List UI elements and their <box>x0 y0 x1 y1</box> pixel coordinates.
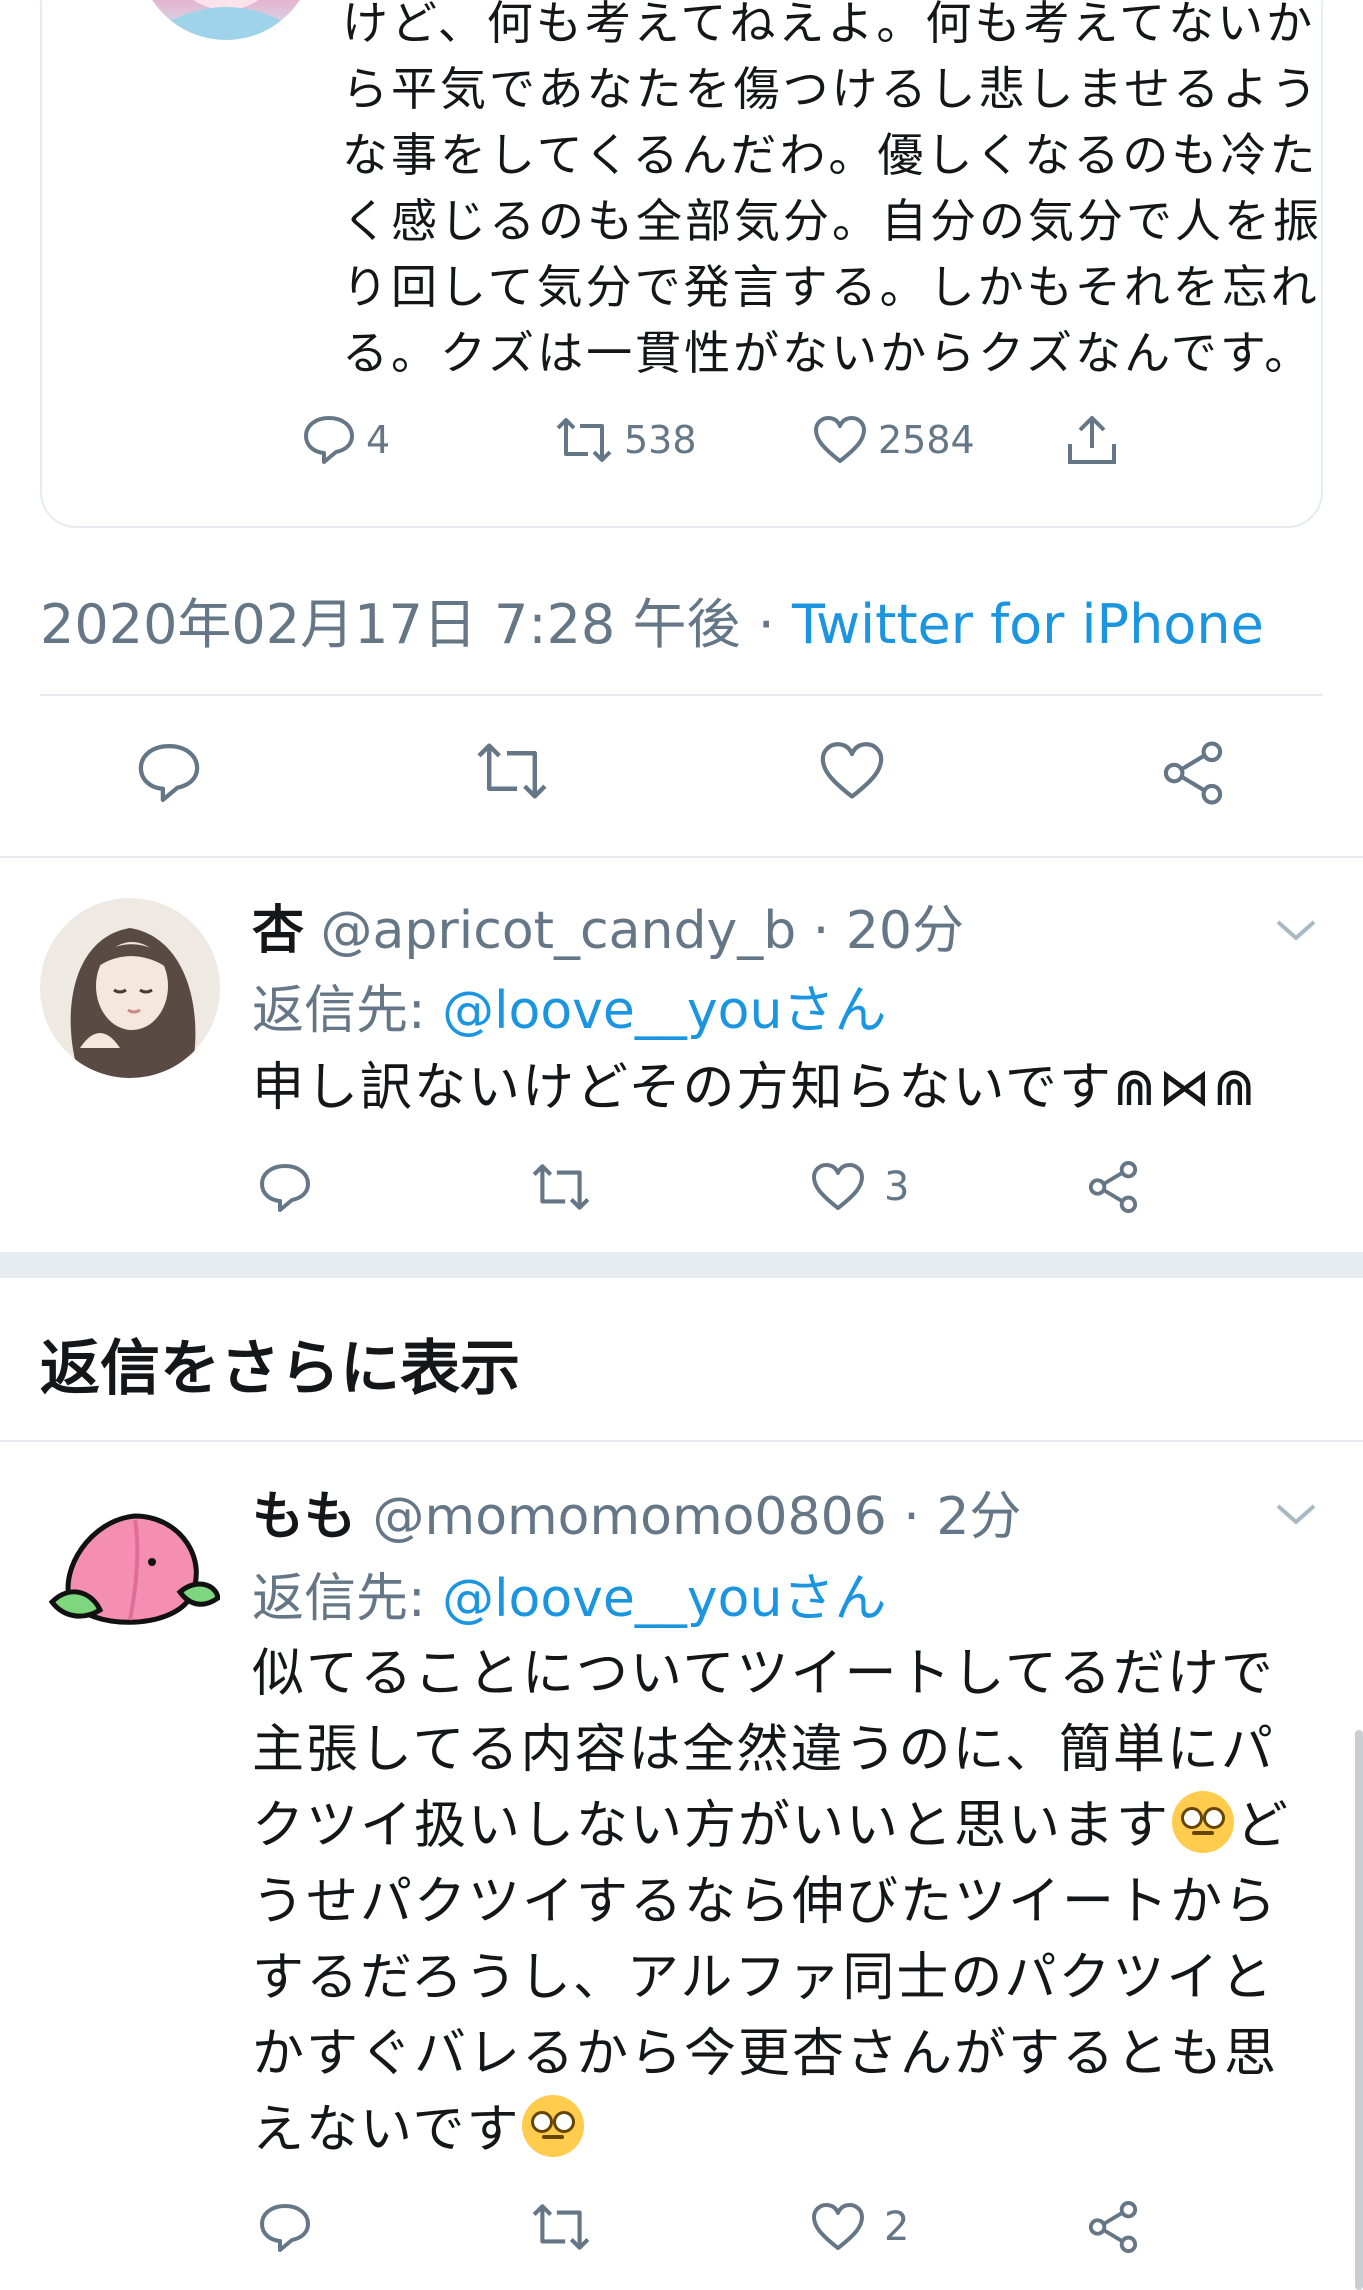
retweet-icon <box>532 1164 590 1210</box>
share-icon <box>1088 2200 1138 2254</box>
reply-header: 杏 @apricot_candy_b · 20分 <box>252 888 964 963</box>
reply-to-line: 返信先: @loove__youさん <box>252 968 886 1043</box>
rolling-eyes-emoji-icon <box>1172 1791 1235 1853</box>
avatar[interactable] <box>40 898 220 1078</box>
reply-text-line: うせパクツイするなら伸びたツイートから <box>252 1872 1279 1932</box>
quoted-tweet-line: る。クズは一貫性がないからクズなんです。 <box>342 326 1314 380</box>
reply-text-segment: クツイ扱いしない方がいいと思います <box>252 1796 1171 1856</box>
quoted-retweet-count: 538 <box>624 418 697 462</box>
reply-to-user-link[interactable]: @loove__youさん <box>442 981 886 1041</box>
quoted-retweet-button[interactable]: 538 <box>554 412 697 468</box>
divider <box>0 1440 1363 1442</box>
quoted-reply-button[interactable]: 4 <box>302 412 390 468</box>
reply-icon <box>260 1164 310 1212</box>
reply-share-button[interactable] <box>1086 1160 1140 1214</box>
quoted-like-count: 2584 <box>878 418 975 462</box>
reply-text-line: かすぐバレるから今更杏さんがするとも思 <box>252 2024 1279 2084</box>
quoted-tweet-line: り回して気分で発言する。しかもそれを忘れ <box>342 260 1320 314</box>
tweet-date: 2020年02月17日 7:28 午後 · <box>40 593 792 656</box>
quoted-tweet-line: けど、何も考えてねえよ。何も考えてないか <box>342 0 1316 50</box>
reply-text-line: 主張してる内容は全然違うのに、簡単にパ <box>252 1720 1275 1780</box>
reply-to-label: 返信先: <box>252 981 443 1041</box>
rolling-eyes-emoji-icon <box>522 2095 585 2157</box>
share-button[interactable] <box>1160 740 1226 806</box>
quoted-tweet-text: けど、何も考えてねえよ。何も考えてないか ら平気であなたを傷つけるし悲しませるよ… <box>342 0 1322 386</box>
display-name[interactable]: もも <box>252 1487 356 1547</box>
chevron-down-icon[interactable] <box>1274 916 1318 944</box>
retweet-icon <box>556 418 612 462</box>
reply-text-line: クツイ扱いしない方がいいと思います ど <box>252 1788 1290 1864</box>
reply-header: もも @momomomo0806 · 2分 <box>252 1474 1021 1549</box>
quoted-tweet-card[interactable]: けど、何も考えてねえよ。何も考えてないか ら平気であなたを傷つけるし悲しませるよ… <box>40 0 1323 528</box>
reply-text-line: するだろうし、アルファ同士のパクツイと <box>252 1948 1275 2008</box>
quoted-tweet-avatar[interactable] <box>138 0 314 40</box>
reply-text-segment: ど <box>1236 1796 1291 1856</box>
quoted-like-button[interactable]: 2584 <box>812 412 975 468</box>
tweet-timestamp: 2020年02月17日 7:28 午後 · Twitter for iPhone <box>40 580 1264 659</box>
reply-like-button[interactable]: 2 <box>810 2202 909 2252</box>
share-icon <box>1088 1160 1138 1214</box>
chevron-down-icon[interactable] <box>1274 1500 1318 1528</box>
show-more-replies-header[interactable]: 返信をさらに表示 <box>40 1320 520 1407</box>
reply-like-count: 3 <box>884 1164 910 1210</box>
tweet-source-link[interactable]: Twitter for iPhone <box>792 593 1264 656</box>
reply-text: 申し訳ないけどその方知らないです⋒⋈⋒ <box>252 1050 1258 1126</box>
reply-retweet-button[interactable] <box>530 1162 592 1212</box>
display-name[interactable]: 杏 <box>252 901 304 961</box>
reply-text-segment: えないです <box>252 2100 521 2160</box>
handle-and-time: @apricot_candy_b · 20分 <box>304 901 964 961</box>
reply-text-line: 似てることについてツイートしてるだけで <box>252 1644 1275 1704</box>
reply-to-line: 返信先: @loove__youさん <box>252 1556 886 1631</box>
avatar[interactable] <box>40 1480 220 1660</box>
reply-like-count: 2 <box>884 2204 910 2250</box>
divider <box>0 856 1363 858</box>
quoted-reply-count: 4 <box>366 418 391 462</box>
reply-reply-button[interactable] <box>258 1162 312 1214</box>
share-upload-icon <box>1068 416 1116 464</box>
section-separator <box>0 1252 1363 1278</box>
handle-and-time: @momomomo0806 · 2分 <box>356 1487 1022 1547</box>
share-icon <box>1163 741 1223 805</box>
quoted-share-button[interactable] <box>1064 412 1120 468</box>
tweet-action-bar <box>0 740 1363 820</box>
retweet-icon <box>477 743 547 799</box>
reply-like-button[interactable]: 3 <box>810 1162 909 1212</box>
quoted-tweet-line: く感じるのも全部気分。自分の気分で人を振 <box>342 194 1322 248</box>
scrollbar[interactable] <box>1355 1730 1363 2290</box>
divider <box>40 694 1323 696</box>
reply-icon <box>260 2204 310 2252</box>
reply-text-line: えないです <box>252 2092 1290 2168</box>
reply-reply-button[interactable] <box>258 2202 312 2254</box>
heart-icon <box>814 416 866 463</box>
retweet-icon <box>532 2204 590 2250</box>
reply-to-user-link[interactable]: @loove__youさん <box>442 1569 886 1629</box>
like-button[interactable] <box>818 740 886 802</box>
reply-retweet-button[interactable] <box>530 2202 592 2252</box>
reply-text: 似てることについてツイートしてるだけで 主張してる内容は全然違うのに、簡単にパ … <box>252 1636 1290 2168</box>
reply-to-label: 返信先: <box>252 1569 443 1629</box>
quoted-tweet-line: ら平気であなたを傷つけるし悲しませるよう <box>342 62 1321 116</box>
heart-icon <box>812 1163 864 1210</box>
quoted-tweet-line: な事をしてくるんだわ。優しくなるのも冷た <box>342 128 1319 182</box>
heart-icon <box>820 742 884 799</box>
reply-text-line: 申し訳ないけどその方知らないです⋒⋈⋒ <box>252 1058 1259 1118</box>
reply-button[interactable] <box>136 740 202 806</box>
reply-icon <box>138 743 200 803</box>
heart-icon <box>812 2203 864 2250</box>
retweet-button[interactable] <box>474 740 550 802</box>
reply-icon <box>304 416 354 464</box>
reply-share-button[interactable] <box>1086 2200 1140 2254</box>
